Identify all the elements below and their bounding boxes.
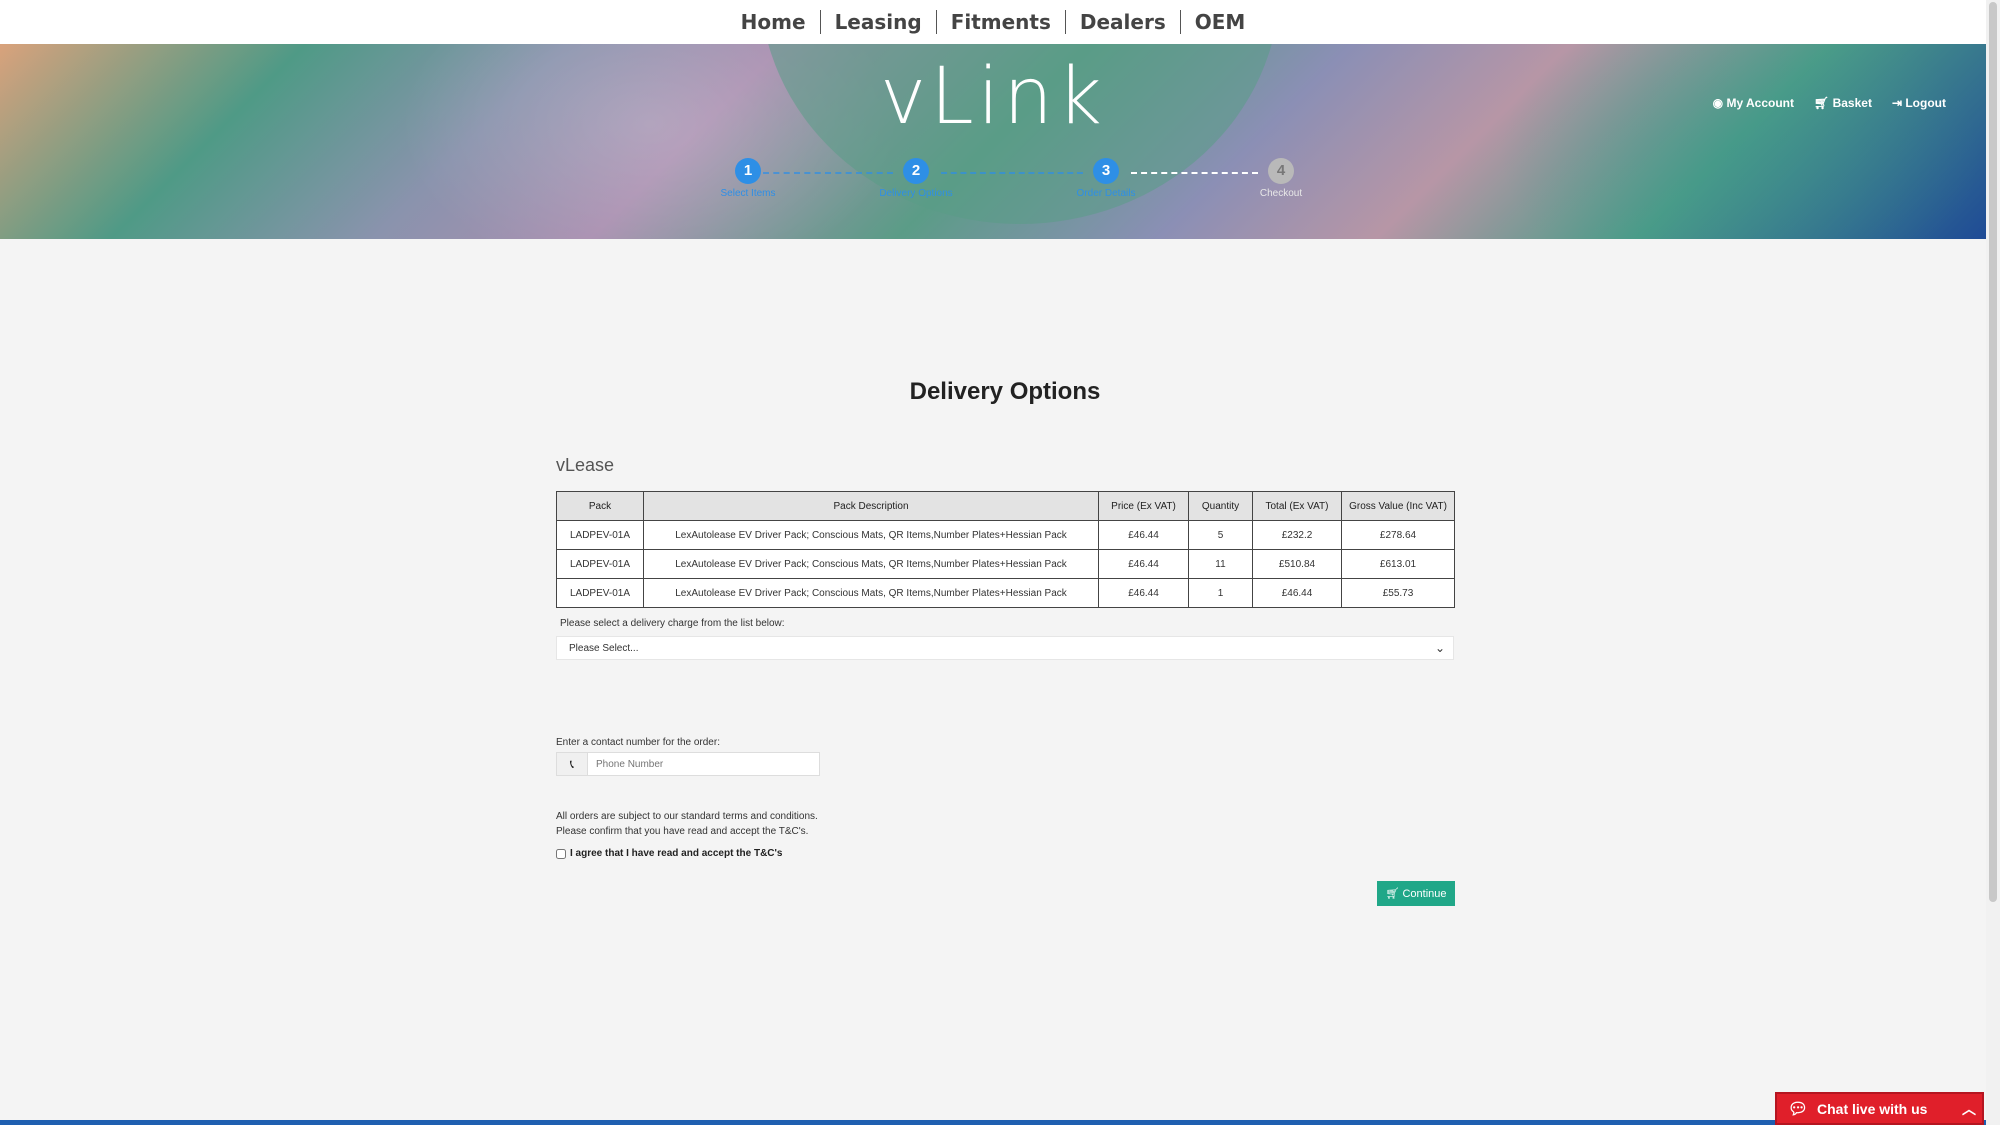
section-title: vLease xyxy=(556,455,615,475)
col-pack-description: Pack Description xyxy=(643,491,1099,521)
continue-label: Continue xyxy=(1402,887,1447,900)
step-number: 1 xyxy=(735,158,761,184)
cell-gross: £278.64 xyxy=(1341,520,1455,550)
packs-table: Pack Pack Description Price (Ex VAT) Qua… xyxy=(556,491,1455,608)
terms-text: All orders are subject to our standard t… xyxy=(556,809,818,839)
agree-terms[interactable]: I agree that I have read and accept the … xyxy=(556,848,782,859)
cell-quantity: 11 xyxy=(1188,549,1253,579)
basket-label: Basket xyxy=(1832,96,1872,110)
step-label: Select Items xyxy=(720,188,776,199)
cell-total: £46.44 xyxy=(1252,578,1342,608)
table-header-row: Pack Pack Description Price (Ex VAT) Qua… xyxy=(556,491,1455,521)
step-number: 3 xyxy=(1093,158,1119,184)
logout-icon: ⇥ xyxy=(1891,96,1906,110)
cell-quantity: 1 xyxy=(1188,578,1253,608)
phone-input-group: 📞︎ xyxy=(556,752,820,776)
cell-total: £232.2 xyxy=(1252,520,1342,550)
user-icon: ◉ xyxy=(1712,96,1727,110)
logout-link[interactable]: ⇥ Logout xyxy=(1892,96,1946,110)
top-nav: Home Leasing Fitments Dealers OEM xyxy=(0,0,1986,44)
chat-label: Chat live with us xyxy=(1817,1100,1928,1117)
page-scrollbar[interactable] xyxy=(1986,0,2000,1125)
nav-dealers[interactable]: Dealers xyxy=(1066,10,1180,34)
footer-bar xyxy=(0,1120,1986,1125)
delivery-select-value: Please Select... xyxy=(569,643,639,654)
cell-pack: LADPEV-01A xyxy=(556,549,644,579)
chevron-up-icon: ︿ xyxy=(1962,1100,1976,1117)
step-number: 2 xyxy=(903,158,929,184)
nav-leasing[interactable]: Leasing xyxy=(821,10,936,34)
vlink-logo[interactable]: vLink xyxy=(0,52,1986,142)
terms-line-2: Please confirm that you have read and ac… xyxy=(556,826,809,837)
table-row: LADPEV-01A LexAutolease EV Driver Pack; … xyxy=(556,520,1455,550)
basket-link[interactable]: 🛒︎ Basket xyxy=(1814,96,1872,110)
cart-icon: 🛒︎ xyxy=(1814,96,1833,110)
step-1[interactable]: 1 Select Items xyxy=(688,158,808,199)
step-4: 4 Checkout xyxy=(1221,158,1341,199)
nav-home[interactable]: Home xyxy=(727,10,820,34)
cell-description: LexAutolease EV Driver Pack; Conscious M… xyxy=(643,549,1099,579)
scrollbar-thumb[interactable] xyxy=(1989,2,1997,902)
page-title: Delivery Options xyxy=(909,378,1101,405)
delivery-charge-select[interactable]: Please Select... ⌄ xyxy=(556,636,1454,660)
cell-price: £46.44 xyxy=(1098,578,1189,608)
cell-description: LexAutolease EV Driver Pack; Conscious M… xyxy=(643,520,1099,550)
phone-number-input[interactable] xyxy=(588,753,819,775)
table-row: LADPEV-01A LexAutolease EV Driver Pack; … xyxy=(556,549,1455,579)
step-label: Order Details xyxy=(1076,188,1136,199)
cell-total: £510.84 xyxy=(1252,549,1342,579)
step-number: 4 xyxy=(1268,158,1294,184)
chat-bubble-icon: 💬︎ xyxy=(1787,1100,1809,1118)
chevron-down-icon: ⌄ xyxy=(1434,641,1445,655)
agree-terms-checkbox[interactable] xyxy=(556,848,566,859)
contact-number-label: Enter a contact number for the order: xyxy=(556,737,720,748)
step-3[interactable]: 3 Order Details xyxy=(1046,158,1166,199)
col-price: Price (Ex VAT) xyxy=(1098,491,1189,521)
logout-label: Logout xyxy=(1905,96,1946,110)
nav-oem[interactable]: OEM xyxy=(1181,10,1260,34)
my-account-label: My Account xyxy=(1726,96,1795,110)
my-account-link[interactable]: ◉ My Account xyxy=(1713,96,1794,110)
step-label: Delivery Options xyxy=(879,188,953,199)
table-row: LADPEV-01A LexAutolease EV Driver Pack; … xyxy=(556,578,1455,608)
account-links: ◉ My Account 🛒︎ Basket ⇥ Logout xyxy=(1713,96,1946,110)
cell-description: LexAutolease EV Driver Pack; Conscious M… xyxy=(643,578,1099,608)
cell-pack: LADPEV-01A xyxy=(556,520,644,550)
col-pack: Pack xyxy=(556,491,644,521)
cart-icon: 🛒︎ xyxy=(1385,888,1400,900)
delivery-charge-label: Please select a delivery charge from the… xyxy=(560,618,785,629)
phone-icon: 📞︎ xyxy=(557,753,588,775)
live-chat-button[interactable]: 💬︎ Chat live with us ︿ xyxy=(1775,1092,1984,1125)
nav-fitments[interactable]: Fitments xyxy=(937,10,1065,34)
continue-button[interactable]: 🛒︎ Continue xyxy=(1377,881,1455,906)
cell-price: £46.44 xyxy=(1098,549,1189,579)
agree-terms-label: I agree that I have read and accept the … xyxy=(570,848,783,859)
step-2[interactable]: 2 Delivery Options xyxy=(856,158,976,199)
step-label: Checkout xyxy=(1259,188,1303,199)
cell-pack: LADPEV-01A xyxy=(556,578,644,608)
terms-line-1: All orders are subject to our standard t… xyxy=(556,811,818,822)
hero-banner: vLink ◉ My Account 🛒︎ Basket ⇥ Logout 1 … xyxy=(0,44,1986,239)
cell-gross: £55.73 xyxy=(1341,578,1455,608)
cell-price: £46.44 xyxy=(1098,520,1189,550)
col-total: Total (Ex VAT) xyxy=(1252,491,1342,521)
cell-quantity: 5 xyxy=(1188,520,1253,550)
col-quantity: Quantity xyxy=(1188,491,1253,521)
progress-steps: 1 Select Items 2 Delivery Options 3 Orde… xyxy=(690,158,1310,218)
col-gross-value: Gross Value (Inc VAT) xyxy=(1341,491,1455,521)
cell-gross: £613.01 xyxy=(1341,549,1455,579)
